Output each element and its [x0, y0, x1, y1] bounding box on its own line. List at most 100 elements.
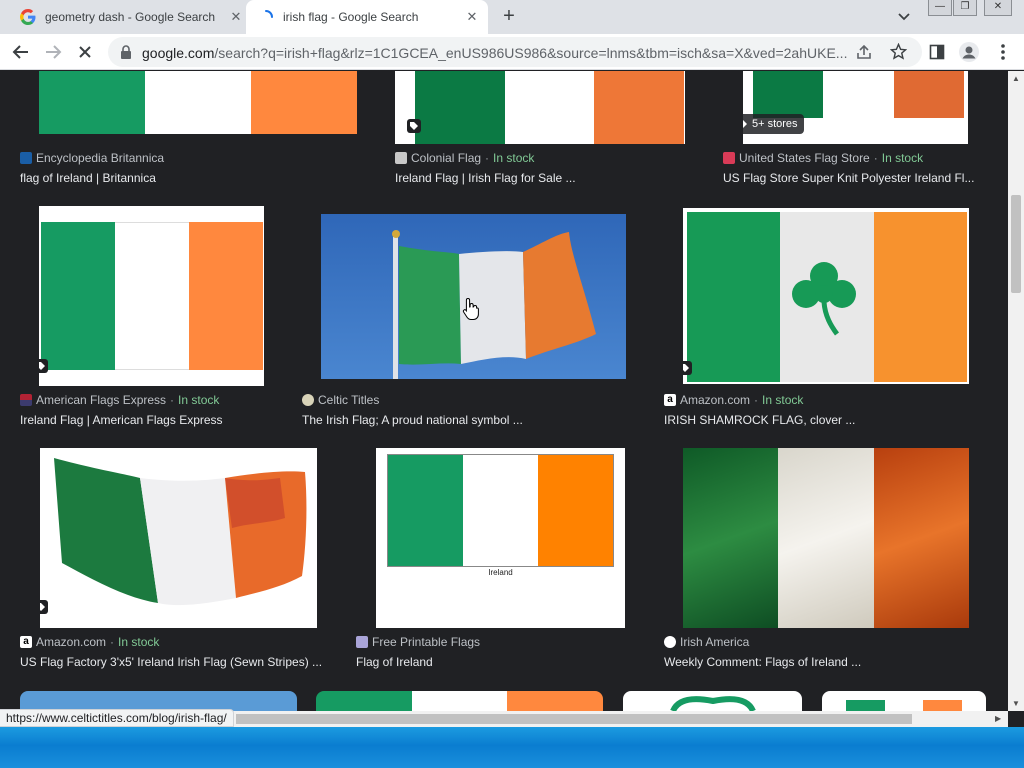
result-caption[interactable]: flag of Ireland | Britannica: [20, 171, 350, 185]
result-caption[interactable]: Ireland Flag | Irish Flag for Sale ...: [395, 171, 695, 185]
separator-dot: ·: [110, 635, 115, 649]
close-tab-icon[interactable]: ✕: [464, 9, 480, 25]
vertical-scrollbar[interactable]: ▲ ▼: [1008, 71, 1024, 711]
heart-flag-image: [670, 696, 756, 711]
avatar-icon: [959, 42, 979, 62]
result-caption[interactable]: Weekly Comment: Flags of Ireland ...: [664, 655, 964, 669]
source-favicon: [664, 636, 676, 648]
restore-button[interactable]: ❐: [953, 0, 977, 16]
stock-status: In stock: [178, 393, 220, 407]
stock-status: In stock: [881, 151, 924, 165]
loading-spinner-icon: [265, 10, 273, 18]
forward-arrow-icon: [46, 45, 62, 59]
result-image[interactable]: [39, 71, 357, 134]
shamrock-icon: [792, 262, 856, 336]
stock-status: In stock: [118, 635, 160, 649]
image-results: 5+ stores Encyclopedia Britannica flag o…: [0, 71, 1008, 711]
tab-geometry-dash[interactable]: geometry dash - Google Search ✕: [12, 0, 248, 34]
new-tab-button[interactable]: +: [498, 6, 520, 28]
source-favicon: [20, 152, 32, 164]
result-image[interactable]: [20, 691, 297, 711]
browser-toolbar: google.com/search?q=irish+flag&rlz=1C1GC…: [0, 34, 1024, 70]
minimize-button[interactable]: —: [928, 0, 952, 16]
scrollbar-thumb[interactable]: [236, 714, 912, 724]
forward-button[interactable]: [42, 41, 64, 63]
result-caption[interactable]: Ireland Flag | American Flags Express: [20, 413, 300, 427]
result-source[interactable]: United States Flag Store · In stock: [723, 151, 923, 165]
result-caption[interactable]: US Flag Store Super Knit Polyester Irela…: [723, 171, 978, 185]
result-caption[interactable]: The Irish Flag; A proud national symbol …: [302, 413, 632, 427]
result-source[interactable]: Free Printable Flags: [356, 635, 480, 649]
scroll-up-icon[interactable]: ▲: [1012, 74, 1020, 83]
close-tab-icon[interactable]: ✕: [228, 9, 244, 25]
result-source[interactable]: Encyclopedia Britannica: [20, 151, 164, 165]
result-source[interactable]: American Flags Express · In stock: [20, 393, 219, 407]
source-name: Celtic Titles: [318, 393, 380, 407]
close-window-button[interactable]: ✕: [984, 0, 1012, 16]
source-name: American Flags Express: [36, 393, 167, 407]
back-arrow-icon: [12, 45, 28, 59]
source-name: Amazon.com: [36, 635, 107, 649]
stores-badge-label: 5+ stores: [752, 118, 798, 130]
result-image[interactable]: [39, 206, 264, 386]
result-source[interactable]: a Amazon.com · In stock: [20, 635, 159, 649]
amazon-favicon: a: [20, 636, 32, 648]
status-url-bubble: https://www.celtictitles.com/blog/irish-…: [0, 709, 234, 727]
back-button[interactable]: [10, 41, 32, 63]
google-g-icon: [20, 9, 36, 25]
scroll-down-icon[interactable]: ▼: [1012, 699, 1020, 708]
result-source[interactable]: Celtic Titles: [302, 393, 379, 407]
result-image[interactable]: [683, 448, 969, 628]
kebab-menu-icon: [1001, 44, 1005, 60]
separator-dot: ·: [170, 393, 175, 407]
scroll-right-icon[interactable]: ▶: [995, 714, 1001, 723]
result-caption[interactable]: US Flag Factory 3'x5' Ireland Irish Flag…: [20, 655, 330, 669]
source-name: Colonial Flag: [411, 151, 482, 165]
hand-pointer-cursor-icon: [462, 297, 479, 320]
address-url[interactable]: google.com/search?q=irish+flag&rlz=1C1GC…: [142, 45, 847, 61]
result-image[interactable]: [395, 71, 685, 144]
stop-loading-button[interactable]: [74, 41, 96, 63]
source-name: Irish America: [680, 635, 750, 649]
menu-button[interactable]: [992, 41, 1014, 63]
stores-badge: 5+ stores: [743, 114, 804, 134]
source-name: Encyclopedia Britannica: [36, 151, 165, 165]
result-image[interactable]: [316, 691, 603, 711]
tab-search-chevron-icon[interactable]: [895, 9, 913, 25]
amazon-favicon: a: [664, 394, 676, 406]
result-caption[interactable]: IRISH SHAMROCK FLAG, clover ...: [664, 413, 964, 427]
source-name: Amazon.com: [680, 393, 751, 407]
side-panel-button[interactable]: [926, 41, 948, 63]
result-caption[interactable]: Flag of Ireland: [356, 655, 636, 669]
source-favicon: [20, 394, 32, 406]
separator-dot: ·: [485, 151, 490, 165]
result-source[interactable]: Irish America: [664, 635, 749, 649]
source-favicon: [356, 636, 368, 648]
stock-status: In stock: [762, 393, 804, 407]
tab-strip: geometry dash - Google Search ✕ irish fl…: [0, 0, 1024, 34]
address-host: google.com: [142, 45, 215, 61]
address-bar[interactable]: google.com/search?q=irish+flag&rlz=1C1GC…: [108, 37, 922, 67]
product-tag-icon: [743, 120, 747, 128]
result-source[interactable]: a Amazon.com · In stock: [664, 393, 803, 407]
result-image[interactable]: Ireland: [376, 448, 625, 628]
scrollbar-thumb[interactable]: [1011, 195, 1021, 293]
profile-button[interactable]: [958, 41, 980, 63]
stop-x-icon: [79, 46, 91, 58]
product-tag-icon: [683, 361, 692, 375]
result-image[interactable]: [40, 448, 317, 628]
separator-dot: ·: [873, 151, 878, 165]
waving-flag-photo: [54, 458, 307, 606]
bookmark-star-icon[interactable]: [890, 43, 907, 60]
tab-title: irish flag - Google Search: [283, 10, 419, 24]
result-image[interactable]: [822, 691, 986, 711]
lock-icon[interactable]: [120, 45, 132, 59]
stock-status: In stock: [493, 151, 535, 165]
share-icon[interactable]: [856, 44, 872, 60]
result-image[interactable]: [683, 208, 969, 384]
tab-irish-flag[interactable]: irish flag - Google Search ✕: [246, 0, 488, 34]
result-image[interactable]: [623, 691, 802, 711]
tab-title: geometry dash - Google Search: [45, 10, 216, 24]
result-source[interactable]: Colonial Flag · In stock: [395, 151, 534, 165]
result-image[interactable]: 5+ stores: [743, 71, 968, 144]
